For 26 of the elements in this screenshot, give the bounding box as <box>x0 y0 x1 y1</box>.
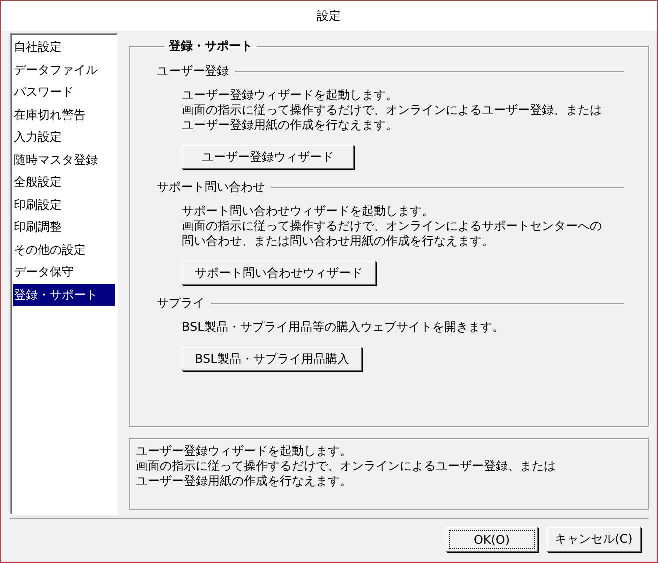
section-description: BSL製品・サプライ用品等の購入ウェブサイトを開きます。 <box>182 320 506 335</box>
category-item[interactable]: 印刷調整 <box>13 216 115 238</box>
section-description: サポート問い合わせウィザードを起動します。 画面の指示に従って操作するだけで、オンラインによるサポートセンターへの 問い合わせ、または問い合わせ用紙の作成を行なえます。 <box>182 204 603 249</box>
category-item[interactable]: 随時マスタ登録 <box>13 148 115 171</box>
category-item[interactable]: 入力設定 <box>13 126 115 148</box>
category-item[interactable]: 自社設定 <box>13 36 115 58</box>
cancel-button[interactable]: キャンセル(C) <box>547 527 641 552</box>
wizard-button[interactable]: ユーザー登録ウィザード <box>182 145 354 169</box>
category-item[interactable]: 全般設定 <box>13 171 115 194</box>
category-item[interactable]: 登録・サポート <box>13 284 115 306</box>
section-title: サポート問い合わせ <box>157 179 265 196</box>
section-description: ユーザー登録ウィザードを起動します。 画面の指示に従って操作するだけで、オンラインによるユーザー登録、または ユーザー登録用紙の作成を行なえます。 <box>182 88 603 133</box>
category-item[interactable]: データ保守 <box>13 261 115 284</box>
wizard-button[interactable]: BSL製品・サプライ用品購入 <box>182 347 362 371</box>
help-text: ユーザー登録ウィザードを起動します。 画面の指示に従って操作するだけで、オンラインによるユーザー登録、または ユーザー登録用紙の作成を行なえます。 <box>129 438 649 510</box>
section-title: サプライ <box>157 295 205 312</box>
section-title: ユーザー登録 <box>157 63 229 80</box>
category-item[interactable]: その他の設定 <box>13 238 115 261</box>
category-item[interactable]: 在庫切れ警告 <box>13 104 115 126</box>
category-item[interactable]: パスワード <box>13 81 115 104</box>
category-item[interactable]: データファイル <box>13 58 115 81</box>
category-item[interactable]: 印刷設定 <box>13 194 115 216</box>
group-title: 登録・サポート <box>168 38 254 55</box>
ok-button[interactable]: OK(O) <box>446 527 538 552</box>
window-title: 設定 <box>317 8 341 24</box>
wizard-button[interactable]: サポート問い合わせウィザード <box>182 261 376 285</box>
